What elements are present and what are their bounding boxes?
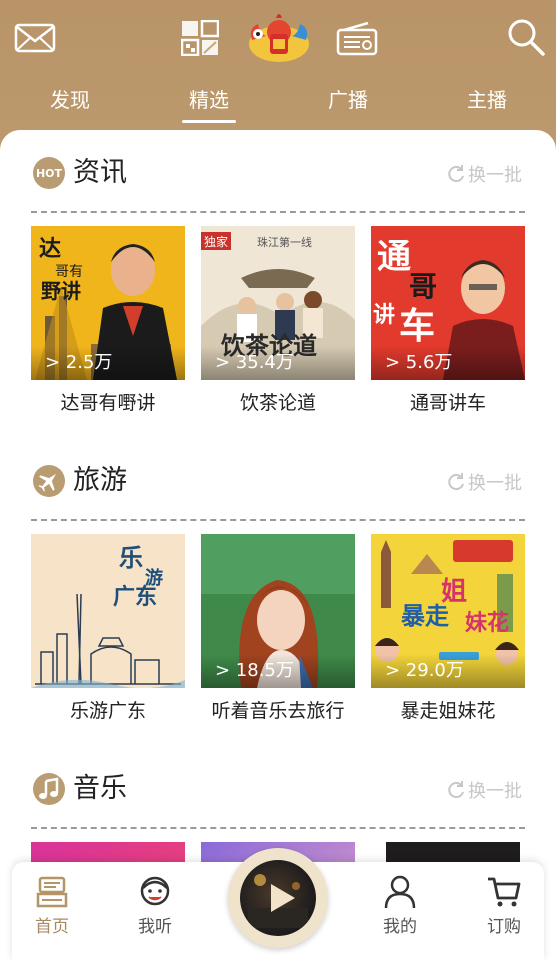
now-playing-cover bbox=[240, 860, 316, 936]
program-cover: > 18.5万 bbox=[201, 534, 355, 688]
listen-face-icon bbox=[140, 876, 170, 906]
nav-listen[interactable]: 我听 bbox=[115, 874, 195, 950]
svg-text:姐: 姐 bbox=[441, 577, 467, 607]
cart-icon bbox=[488, 877, 521, 907]
svg-text:通: 通 bbox=[377, 237, 411, 277]
program-cover: 达 哥有 野讲 > 2.5万 bbox=[31, 226, 185, 380]
home-radio-icon bbox=[36, 876, 68, 908]
channel-grid-icon[interactable] bbox=[181, 20, 219, 56]
search-icon[interactable] bbox=[507, 18, 545, 56]
program-cover: 通 哥 讲 车 > 5.6万 bbox=[371, 226, 525, 380]
now-playing-button[interactable] bbox=[228, 848, 328, 948]
radio-icon[interactable] bbox=[336, 22, 378, 56]
tab-featured[interactable]: 精选 bbox=[169, 86, 249, 123]
tab-discover[interactable]: 发现 bbox=[30, 86, 110, 114]
music-note-icon bbox=[33, 773, 65, 805]
tab-broadcast[interactable]: 广播 bbox=[308, 86, 388, 114]
program-card[interactable]: 达 哥有 野讲 > 2.5万 达哥有嘢讲 bbox=[31, 226, 185, 414]
svg-text:乐: 乐 bbox=[119, 544, 143, 572]
section-header: HOT 资讯 换一批 bbox=[0, 130, 556, 192]
nav-order[interactable]: 订购 bbox=[464, 874, 544, 950]
program-cover: 暴走 姐 妹花 > 29.0万 bbox=[371, 534, 525, 688]
svg-text:珠江第一线: 珠江第一线 bbox=[257, 235, 312, 249]
program-card[interactable]: 独家 珠江第一线 饮茶论道 > 35.4万 饮茶论道 bbox=[201, 226, 355, 414]
section-divider bbox=[31, 827, 525, 829]
tab-hosts[interactable]: 主播 bbox=[447, 86, 527, 114]
section-header: 音乐 换一批 bbox=[0, 746, 556, 808]
nav-label: 首页 bbox=[35, 917, 69, 937]
program-cover: 乐 游 广东 bbox=[31, 534, 185, 688]
hot-badge-label: HOT bbox=[35, 166, 63, 180]
nav-label: 我听 bbox=[138, 917, 172, 937]
svg-text:妹花: 妹花 bbox=[465, 610, 509, 636]
program-title: 达哥有嘢讲 bbox=[60, 392, 156, 414]
refresh-label: 换一批 bbox=[468, 781, 522, 802]
svg-text:广东: 广东 bbox=[113, 584, 157, 610]
section-divider bbox=[31, 211, 525, 213]
play-count: > 2.5万 bbox=[31, 346, 185, 380]
airplane-icon bbox=[33, 465, 65, 497]
refresh-label: 换一批 bbox=[468, 165, 522, 186]
section-divider bbox=[31, 519, 525, 521]
svg-text:哥: 哥 bbox=[409, 270, 437, 303]
program-card[interactable]: 通 哥 讲 车 > 5.6万 通哥讲车 bbox=[371, 226, 525, 414]
play-count: > 29.0万 bbox=[371, 654, 525, 688]
program-card[interactable]: 暴走 姐 妹花 > 29.0万 暴走姐妹花 bbox=[371, 534, 525, 722]
refresh-icon bbox=[448, 781, 464, 799]
program-title: 饮茶论道 bbox=[239, 392, 316, 414]
svg-text:达: 达 bbox=[39, 237, 61, 262]
svg-text:车: 车 bbox=[399, 306, 435, 347]
section-title: 资讯 bbox=[73, 157, 127, 188]
refresh-button[interactable]: 换一批 bbox=[446, 160, 522, 188]
hot-badge-icon: HOT bbox=[33, 157, 65, 189]
top-header: 发现 精选 广播 主播 bbox=[0, 0, 556, 140]
refresh-icon bbox=[448, 165, 464, 183]
program-title: 暴走姐妹花 bbox=[400, 700, 496, 722]
nav-mine[interactable]: 我的 bbox=[360, 874, 440, 950]
nav-label: 我的 bbox=[383, 917, 417, 937]
svg-text:野讲: 野讲 bbox=[41, 279, 81, 303]
nav-home[interactable]: 首页 bbox=[12, 874, 92, 950]
refresh-button[interactable]: 换一批 bbox=[446, 776, 522, 804]
program-cover: 独家 珠江第一线 饮茶论道 > 35.4万 bbox=[201, 226, 355, 380]
user-icon bbox=[384, 875, 416, 909]
svg-text:讲: 讲 bbox=[373, 303, 395, 328]
program-title: 乐游广东 bbox=[69, 700, 146, 722]
svg-text:哥有: 哥有 bbox=[55, 264, 83, 280]
refresh-label: 换一批 bbox=[468, 473, 522, 494]
section-title: 旅游 bbox=[73, 465, 127, 496]
refresh-icon bbox=[448, 473, 464, 491]
mail-icon[interactable] bbox=[14, 22, 56, 54]
program-title: 听着音乐去旅行 bbox=[211, 700, 345, 722]
play-count: > 5.6万 bbox=[371, 346, 525, 380]
nav-label: 订购 bbox=[487, 917, 521, 937]
program-title: 通哥讲车 bbox=[409, 392, 486, 414]
section-header: 旅游 换一批 bbox=[0, 438, 556, 500]
refresh-button[interactable]: 换一批 bbox=[446, 468, 522, 496]
program-card[interactable]: > 18.5万 听着音乐去旅行 bbox=[201, 534, 355, 722]
play-icon bbox=[271, 884, 295, 912]
content-panel: HOT 资讯 换一批 达 哥有 野讲 > 2.5万 达哥有嘢讲 独家 珠江第一线… bbox=[0, 130, 556, 960]
play-count: > 18.5万 bbox=[201, 654, 355, 688]
section-title: 音乐 bbox=[73, 773, 127, 804]
program-card[interactable]: 乐 游 广东 乐游广东 bbox=[31, 534, 185, 722]
play-count: > 35.4万 bbox=[201, 346, 355, 380]
app-logo bbox=[249, 14, 309, 62]
svg-text:独家: 独家 bbox=[204, 234, 228, 249]
